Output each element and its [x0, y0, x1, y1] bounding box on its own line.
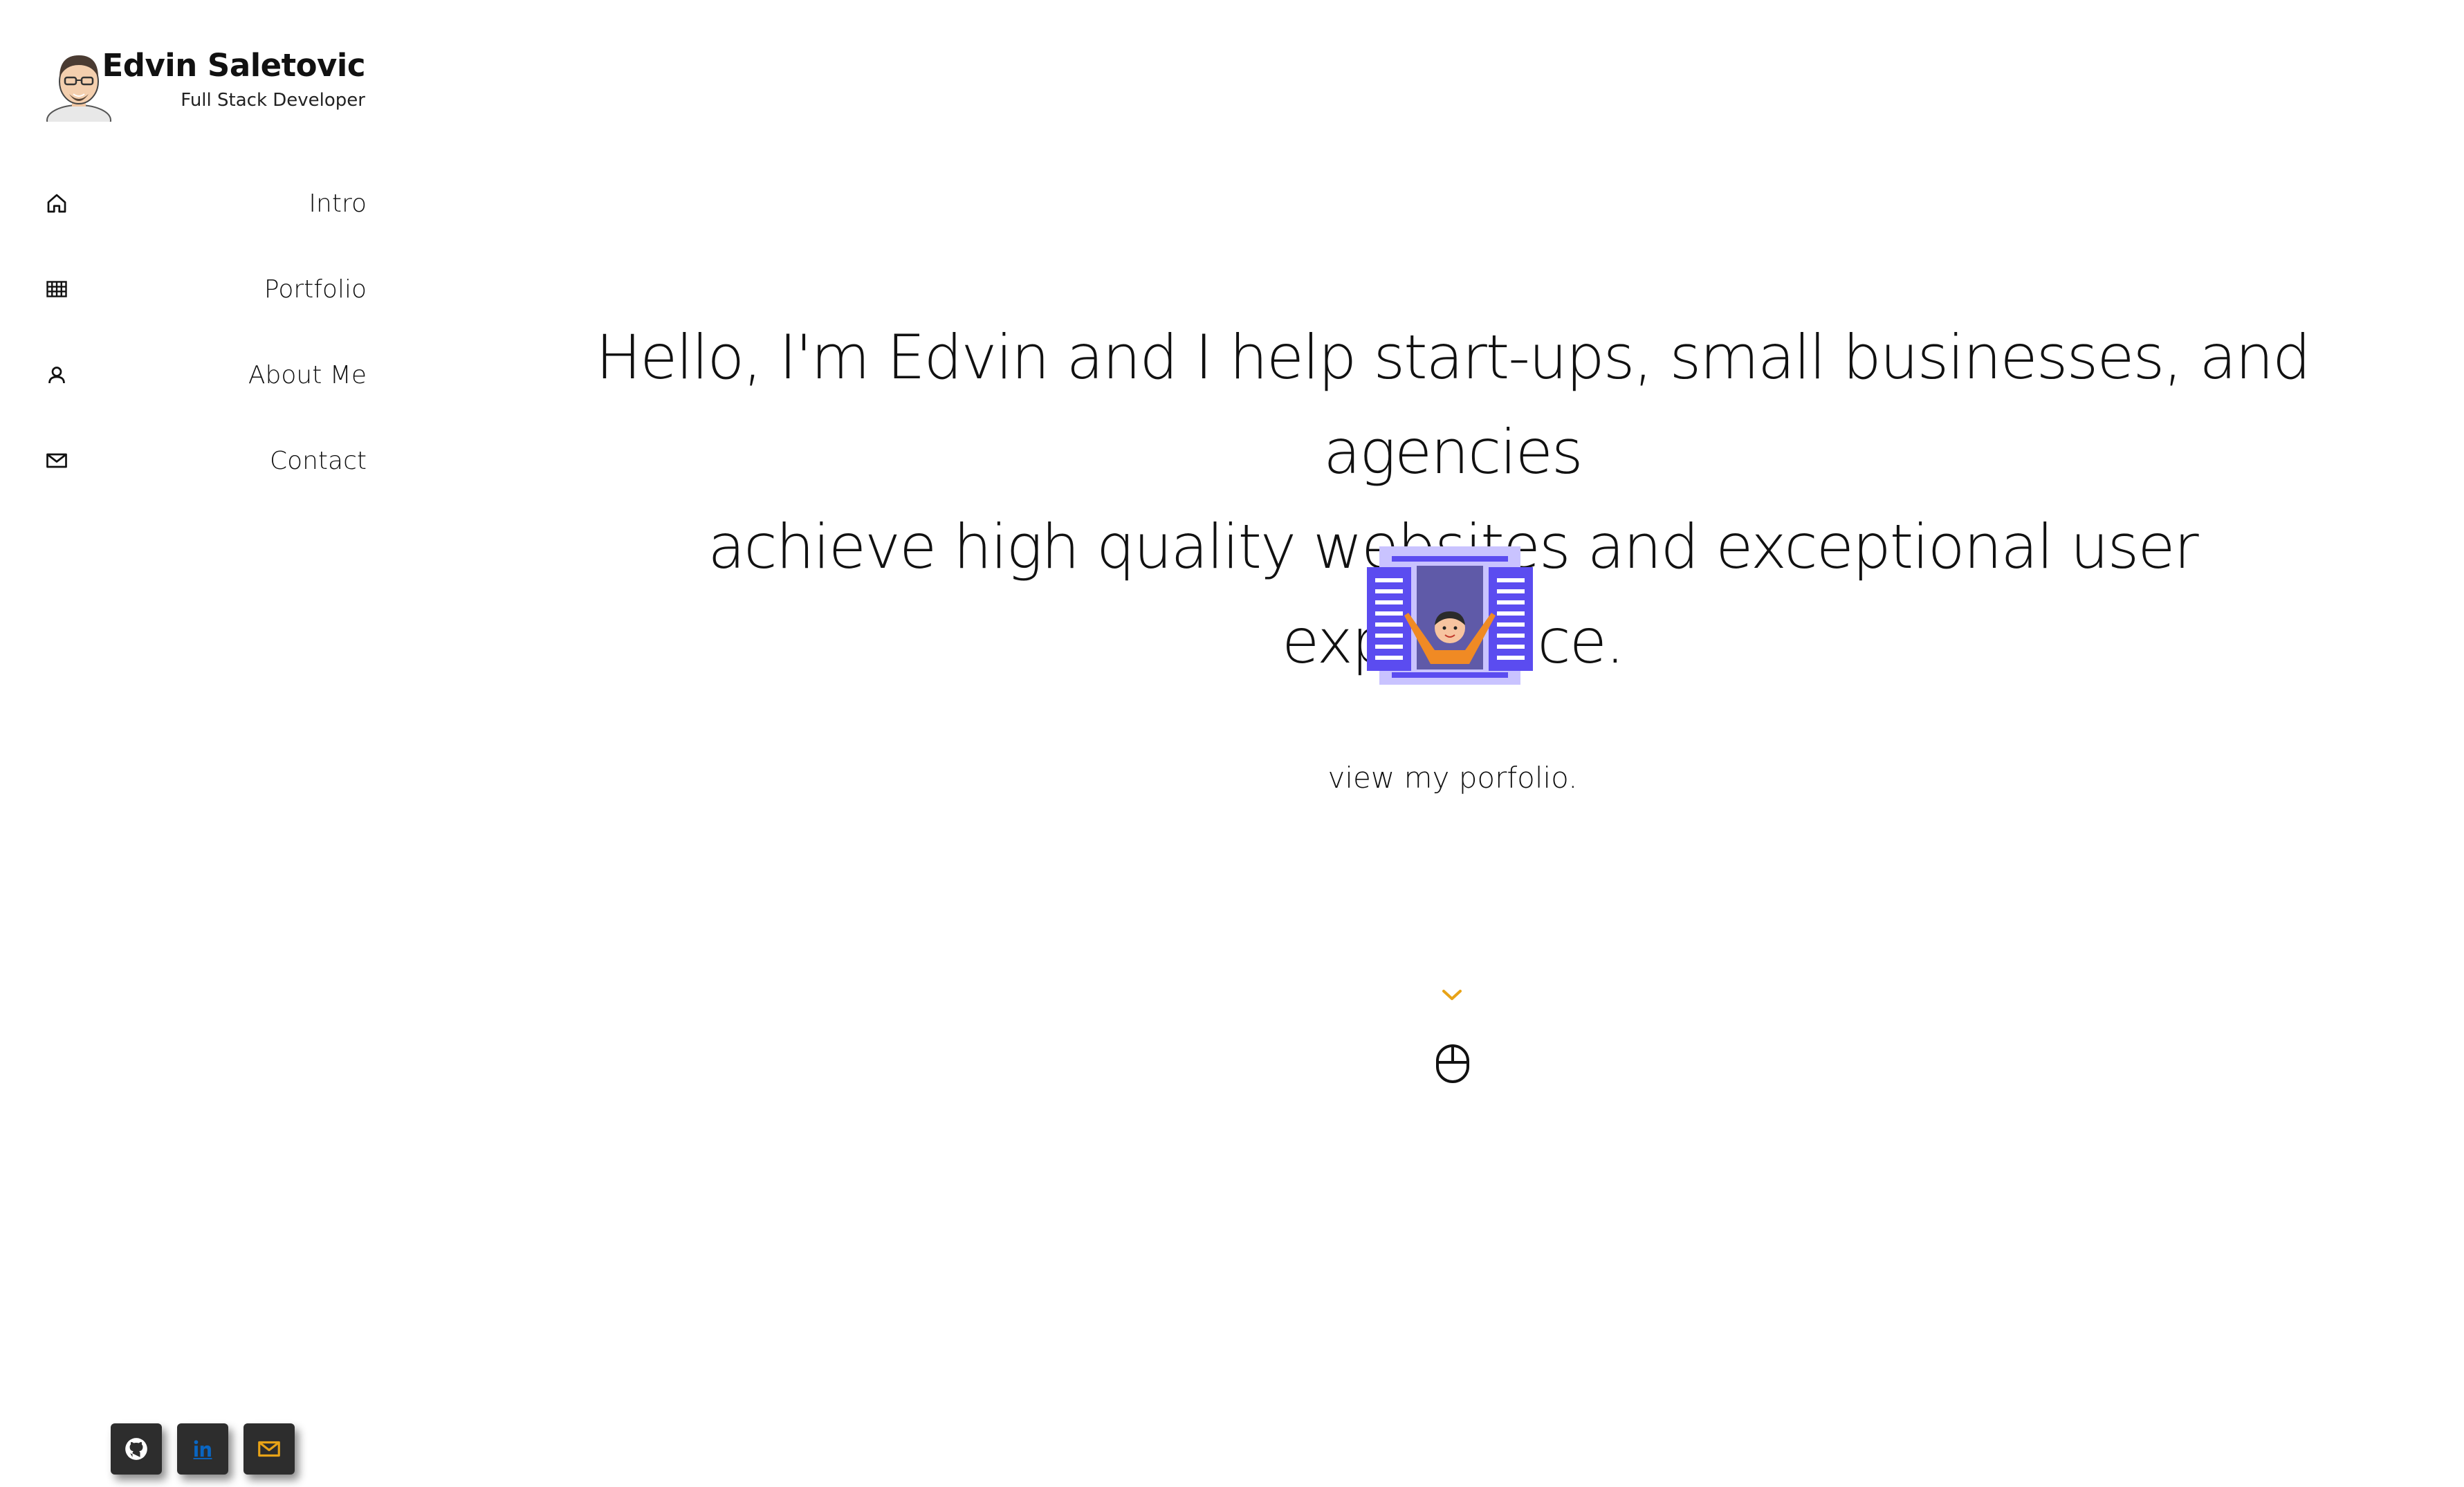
profile-role: Full Stack Developer	[181, 90, 365, 111]
home-icon	[47, 194, 66, 213]
nav-item-about-me[interactable]: About Me	[44, 353, 367, 401]
nav-item-label: Portfolio	[264, 275, 367, 304]
nav-item-label: About Me	[248, 361, 367, 389]
grid-icon	[46, 281, 67, 297]
email-button[interactable]	[243, 1423, 295, 1475]
nav-item-portfolio[interactable]: Portfolio	[44, 267, 367, 315]
chevron-down-icon[interactable]	[1440, 988, 1464, 1003]
nav-item-label: Contact	[269, 447, 367, 475]
sidebar: Edvin Saletovic Full Stack Developer Int…	[0, 0, 387, 1487]
profile-name: Edvin Saletovic	[102, 47, 366, 84]
github-icon	[125, 1438, 147, 1460]
user-icon	[48, 367, 65, 384]
linkedin-button[interactable]	[177, 1423, 228, 1475]
window-illustration	[1367, 546, 1533, 685]
github-button[interactable]	[111, 1423, 162, 1475]
mouse-icon[interactable]	[1435, 1043, 1471, 1084]
email-icon	[258, 1441, 280, 1457]
linkedin-icon	[193, 1440, 212, 1459]
hero-line: Hello, I'm Edvin and I help start-ups, s…	[596, 322, 2311, 488]
nav-item-contact[interactable]: Contact	[44, 438, 367, 487]
nav-item-intro[interactable]: Intro	[44, 181, 367, 230]
view-portfolio-link[interactable]: view my porfolio.	[1259, 761, 1646, 795]
mail-icon	[46, 453, 67, 468]
nav-item-label: Intro	[309, 190, 367, 218]
profile-header: Edvin Saletovic Full Stack Developer	[44, 46, 369, 122]
